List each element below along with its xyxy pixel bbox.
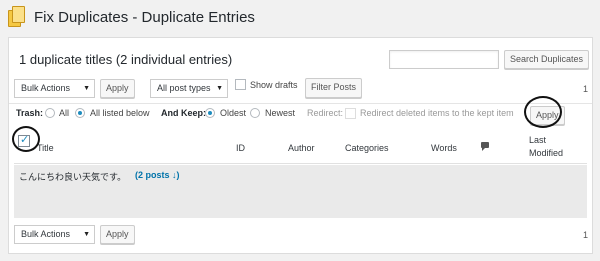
highlight-circle-checkbox [12, 126, 40, 152]
duplicate-title: こんにちわ良い天気です。 [19, 172, 127, 182]
comments-icon [481, 142, 489, 151]
table-header: ✓ Title ID Author Categories Words Last … [14, 130, 587, 164]
page-number: 1 [583, 84, 589, 94]
divider [9, 103, 592, 104]
column-last: Last [529, 135, 547, 145]
column-categories: Categories [345, 143, 389, 153]
search-duplicates-button[interactable]: Search Duplicates [504, 50, 590, 69]
dropdown-arrow-icon: ▼ [216, 85, 223, 92]
show-drafts-checkbox[interactable] [235, 79, 246, 90]
table-body: こんにちわ良い天気です。 (2 posts ↓) [14, 165, 587, 218]
trash-label: Trash: [16, 108, 44, 118]
page-number-bottom: 1 [583, 230, 589, 240]
duplicates-panel: 1 duplicate titles (2 individual entries… [8, 37, 593, 254]
redirect-checkbox[interactable] [345, 108, 356, 119]
trash-listed-label: All listed below [90, 108, 150, 118]
page-header: Fix Duplicates - Duplicate Entries [8, 4, 255, 30]
keep-label: And Keep: [161, 108, 206, 118]
keep-newest-label: Newest [265, 108, 296, 118]
posts-toggle-link[interactable]: (2 posts ↓) [135, 170, 180, 180]
apply-bulk-button[interactable]: Apply [100, 79, 135, 98]
trash-all-label: All [59, 108, 70, 118]
trash-listed-radio[interactable] [75, 108, 85, 118]
column-title[interactable]: Title [37, 143, 54, 153]
post-types-value: All post types [157, 83, 211, 93]
keep-oldest-label: Oldest [220, 108, 247, 118]
dropdown-arrow-icon: ▼ [83, 85, 90, 92]
filter-posts-button[interactable]: Filter Posts [305, 78, 363, 98]
post-types-select[interactable]: All post types ▼ [150, 79, 228, 98]
column-modified: Modified [529, 148, 564, 158]
bulk-actions-select[interactable]: Bulk Actions ▼ [14, 79, 95, 98]
show-drafts-label: Show drafts [250, 80, 298, 90]
redirect-label: Redirect: [307, 108, 344, 118]
summary-heading: 1 duplicate titles (2 individual entries… [19, 52, 233, 67]
column-words: Words [431, 143, 457, 153]
bulk-actions-value: Bulk Actions [21, 83, 71, 93]
dropdown-arrow-icon: ▼ [83, 231, 90, 238]
bulk-actions-select-bottom[interactable]: Bulk Actions ▼ [14, 225, 95, 244]
redirect-text: Redirect deleted items to the kept item [360, 108, 514, 118]
highlight-circle-apply [524, 96, 562, 128]
keep-newest-radio[interactable] [250, 108, 260, 118]
keep-oldest-radio[interactable] [205, 108, 215, 118]
search-input[interactable] [389, 50, 499, 69]
trash-all-radio[interactable] [45, 108, 55, 118]
apply-bulk-button-bottom[interactable]: Apply [100, 225, 135, 244]
bulk-actions-value: Bulk Actions [21, 229, 71, 239]
column-id: ID [236, 143, 245, 153]
column-author: Author [288, 143, 315, 153]
pages-icon [8, 6, 26, 28]
page-title: Fix Duplicates - Duplicate Entries [34, 8, 255, 26]
